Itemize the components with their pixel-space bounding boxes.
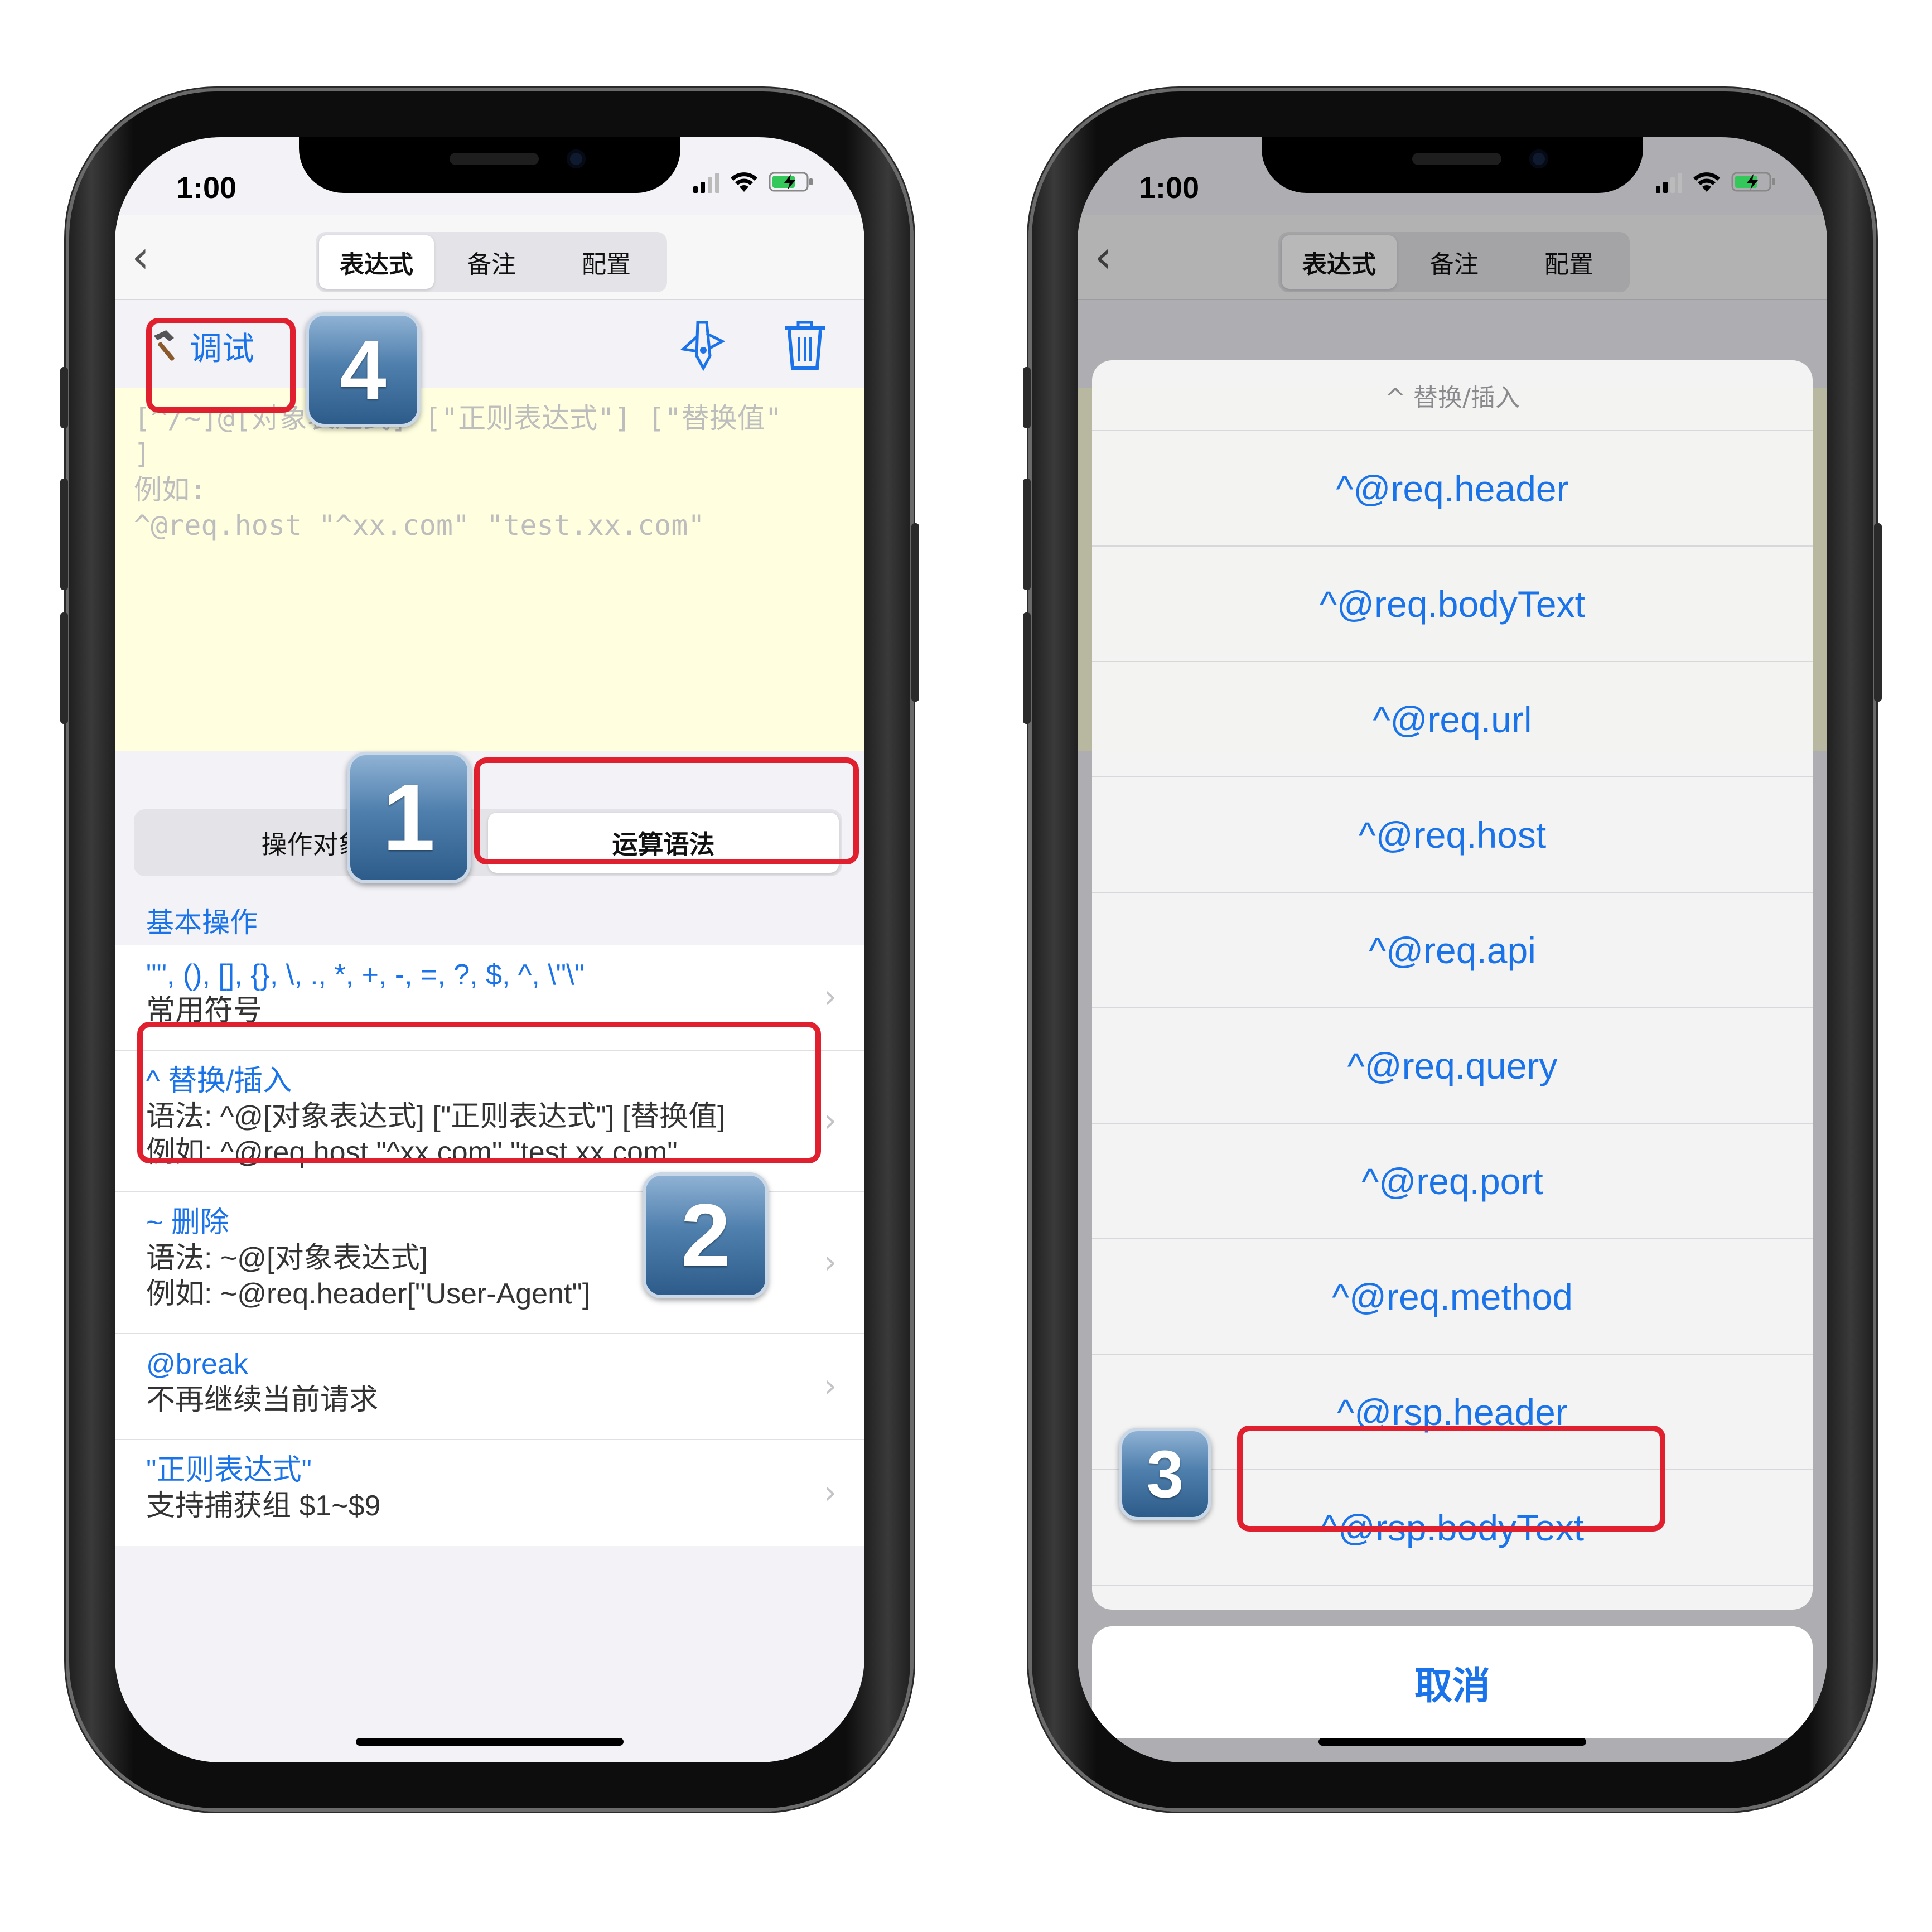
power-button [911, 523, 919, 702]
tab-notes[interactable]: 备注 [434, 235, 549, 289]
home-indicator [1318, 1738, 1586, 1746]
notch [1262, 137, 1643, 193]
highlight-rsp-bodytext [1237, 1426, 1665, 1532]
battery-charging-icon [1731, 172, 1775, 192]
row-title: @break [146, 1348, 248, 1380]
home-indicator [356, 1738, 624, 1746]
sheet-option[interactable]: ^@req.method [1092, 1239, 1813, 1355]
wifi-icon [731, 172, 757, 192]
wifi-icon [1693, 172, 1720, 192]
volume-down-button [1023, 612, 1031, 724]
volume-up-button [60, 479, 68, 590]
chevron-right-icon: › [824, 979, 837, 1015]
list-item[interactable]: "正则表达式" 支持捕获组 $1~$9 › [115, 1440, 864, 1546]
mute-switch [60, 367, 68, 428]
highlight-replace-row [137, 1022, 821, 1163]
tab-config[interactable]: 配置 [549, 235, 664, 289]
row-subtitle: 支持捕获组 $1~$9 [146, 1490, 381, 1522]
chevron-right-icon: › [824, 1368, 837, 1404]
status-time: 1:00 [176, 171, 237, 205]
cellular-signal-icon [1656, 173, 1682, 193]
trash-icon[interactable] [781, 317, 828, 373]
section-header-basic: 基本操作 [146, 906, 258, 939]
action-sheet-title: ^ 替换/插入 [1092, 360, 1813, 431]
editor-tab-control: 表达式 备注 配置 [316, 232, 667, 292]
sheet-option[interactable]: ^@req.host [1092, 777, 1813, 893]
status-time: 1:00 [1139, 171, 1200, 205]
power-button [1874, 523, 1882, 702]
step-badge-1: 1 [347, 752, 471, 883]
row-title: "正则表达式" [146, 1454, 312, 1486]
cellular-signal-icon [693, 173, 719, 193]
sheet-option[interactable]: ^@req.header [1092, 431, 1813, 547]
tab-expression[interactable]: 表达式 [319, 235, 434, 289]
expression-editor[interactable]: [^/~]@[对象表达式] ["正则表达式"] ["替换值" ] 例如: ^@r… [115, 388, 864, 751]
action-sheet: ^ 替换/插入 ^@req.header ^@req.bodyText ^@re… [1092, 360, 1813, 1610]
sheet-option[interactable]: ^@req.bodyText [1092, 547, 1813, 662]
step-badge-4: 4 [306, 312, 421, 427]
chevron-right-icon: › [824, 1475, 837, 1511]
row-subtitle: 不再继续当前请求 [146, 1384, 379, 1416]
sheet-option[interactable]: ^@req.api [1092, 893, 1813, 1008]
phone-frame-right: 1:00 ‹ 表达式 备注 配置 ^ 替换/插入 ^@req.header ^@… [1023, 88, 1882, 1812]
editor-placeholder: [^/~]@[对象表达式] ["正则表达式"] ["替换值" ] 例如: ^@r… [134, 402, 782, 542]
back-chevron-icon[interactable]: ‹ [132, 235, 149, 279]
step-badge-2: 2 [643, 1172, 769, 1298]
sheet-option[interactable]: ^@req.url [1092, 662, 1813, 777]
notch [299, 137, 680, 193]
volume-down-button [60, 612, 68, 724]
highlight-syntax-tab [474, 757, 859, 864]
highlight-debug-button [146, 318, 296, 413]
volume-up-button [1023, 479, 1031, 590]
nav-bar: ‹ 表达式 备注 配置 [115, 215, 864, 300]
list-item[interactable]: @break 不再继续当前请求 › [115, 1334, 864, 1440]
sheet-option[interactable]: ^@req.query [1092, 1008, 1813, 1124]
chevron-right-icon: › [824, 1244, 837, 1281]
step-badge-3: 3 [1119, 1428, 1211, 1520]
sheet-option[interactable]: ^@req.port [1092, 1124, 1813, 1239]
row-title: "", (), [], {}, \, ., *, +, -, =, ?, $, … [146, 959, 585, 991]
chevron-right-icon: › [824, 1103, 837, 1139]
mute-switch [1023, 367, 1031, 428]
swiss-knife-icon[interactable] [675, 317, 731, 373]
battery-charging-icon [769, 172, 813, 192]
cancel-button[interactable]: 取消 [1092, 1626, 1813, 1738]
